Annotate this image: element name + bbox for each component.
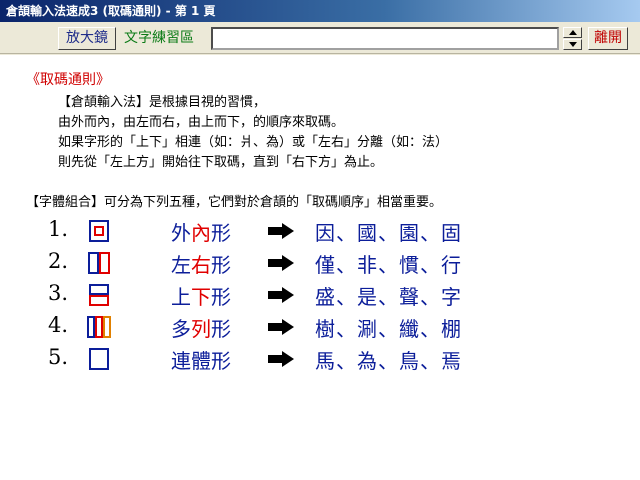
outer-inner-structure-icon — [89, 220, 109, 242]
row-number: 3. — [48, 281, 69, 305]
right-arrow-icon — [268, 287, 294, 303]
structure-row: 2. 左右形 僅、非、慣、行 — [0, 247, 640, 279]
structure-name: 多列形 — [171, 317, 231, 341]
up-arrow-icon — [569, 30, 577, 35]
lesson-content: 《取碼通則》 【倉頡輸入法】是根據目視的習慣， 由外而內，由左而右，由上而下，的… — [0, 55, 640, 480]
practice-area-label: 文字練習區 — [124, 30, 194, 46]
structure-row: 4. 多列形 樹、涮、纖、棚 — [0, 311, 640, 343]
structure-row: 3. 上下形 盛、是、聲、字 — [0, 279, 640, 311]
section-title: 《取碼通則》 — [26, 72, 110, 88]
example-characters: 因、國、園、固 — [315, 221, 462, 245]
spin-down-button[interactable] — [563, 39, 582, 50]
paragraph: 【倉頡輸入法】是根據目視的習慣， — [58, 95, 267, 110]
row-number: 5. — [48, 345, 69, 369]
row-number: 1. — [48, 217, 69, 241]
down-arrow-icon — [569, 42, 577, 47]
example-characters: 盛、是、聲、字 — [315, 285, 462, 309]
window-title: 倉頡輸入法速成3 (取碼通則) - 第 1 頁 — [0, 0, 640, 22]
paragraph: 如果字形的「上下」相連（如：爿、為）或「左右」分離（如：法） — [58, 135, 449, 150]
paragraph: 由外而內，由左而右，由上而下，的順序來取碼。 — [58, 115, 345, 130]
top-bottom-structure-icon — [89, 284, 109, 306]
spin-up-button[interactable] — [563, 27, 582, 38]
row-number: 2. — [48, 249, 69, 273]
toolbar: 放大鏡 文字練習區 離開 — [0, 22, 640, 54]
paragraph: 則先從「左上方」開始往下取碼，直到「右下方」為止。 — [58, 155, 384, 170]
right-arrow-icon — [268, 223, 294, 239]
example-characters: 僅、非、慣、行 — [315, 253, 462, 277]
exit-button[interactable]: 離開 — [588, 27, 628, 50]
structure-name: 左右形 — [171, 253, 231, 277]
left-right-structure-icon — [88, 252, 110, 274]
right-arrow-icon — [268, 255, 294, 271]
connected-structure-icon — [89, 348, 109, 370]
magnify-button[interactable]: 放大鏡 — [58, 27, 116, 50]
structure-row: 1. 外內形 因、國、園、固 — [0, 215, 640, 247]
right-arrow-icon — [268, 319, 294, 335]
structure-name: 外內形 — [171, 221, 231, 245]
multi-column-structure-icon — [87, 316, 111, 338]
example-characters: 馬、為、鳥、焉 — [315, 349, 462, 373]
structure-name: 連體形 — [171, 349, 231, 373]
paragraph: 【字體組合】可分為下列五種，它們對於倉頡的「取碼順序」相當重要。 — [26, 195, 443, 210]
structure-row: 5. 連體形 馬、為、鳥、焉 — [0, 343, 640, 375]
structure-name: 上下形 — [171, 285, 231, 309]
example-characters: 樹、涮、纖、棚 — [315, 317, 462, 341]
right-arrow-icon — [268, 351, 294, 367]
row-number: 4. — [48, 313, 69, 337]
practice-input[interactable] — [211, 27, 559, 50]
